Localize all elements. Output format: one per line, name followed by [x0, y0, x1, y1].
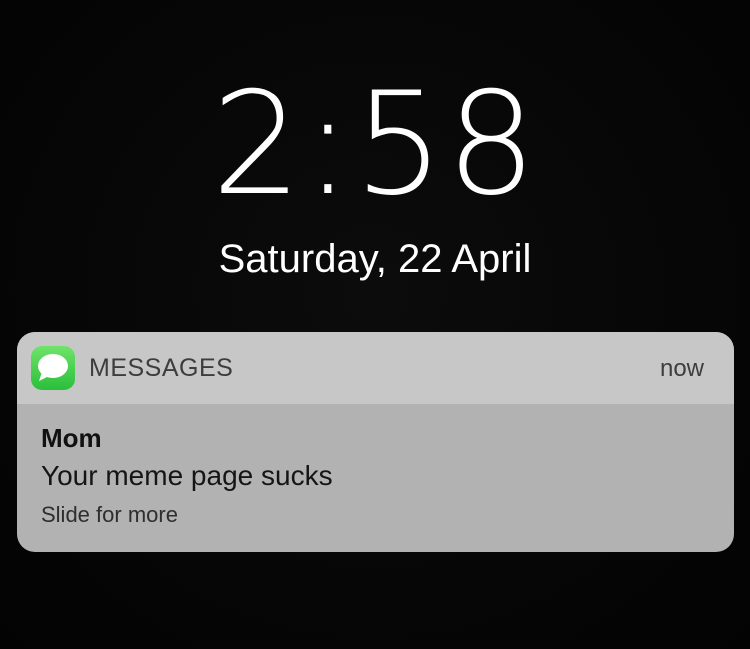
lockscreen-clock: 2:58: [211, 62, 539, 227]
message-notification[interactable]: MESSAGES now Mom Your meme page sucks Sl…: [17, 332, 734, 552]
slide-for-more-hint: Slide for more: [41, 502, 178, 527]
notification-message: Your meme page sucks: [41, 460, 333, 491]
notification-app-name: MESSAGES: [89, 354, 234, 382]
notification-time: now: [659, 355, 704, 382]
notification-body: Mom Your meme page sucks Slide for more: [41, 422, 714, 529]
lockscreen-date: Saturday, 22 April: [218, 237, 532, 281]
notification-sender: Mom: [41, 423, 102, 453]
speech-bubble-icon: [38, 354, 68, 381]
messages-icon: [31, 346, 75, 390]
notification-header: MESSAGES now: [17, 332, 734, 404]
lock-screen: 2:58 Saturday, 22 April MESSAGES now Mom…: [0, 0, 750, 649]
